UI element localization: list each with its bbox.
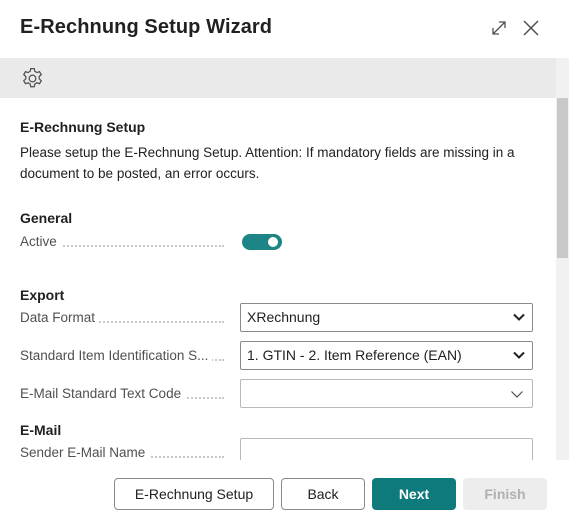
sender-email-name-label: Sender E-Mail Name — [20, 445, 230, 460]
dialog-title: E-Rechnung Setup Wizard — [20, 16, 273, 38]
gear-icon[interactable] — [20, 66, 45, 91]
item-identification-value: 1. GTIN - 2. Item Reference (EAN) — [247, 347, 462, 363]
email-text-code-label: E-Mail Standard Text Code — [20, 386, 230, 401]
active-label: Active — [20, 234, 230, 249]
chevron-down-icon — [513, 351, 525, 359]
chevron-down-icon — [513, 313, 525, 321]
data-format-value: XRechnung — [247, 309, 321, 325]
dialog-header: E-Rechnung Setup Wizard — [0, 0, 569, 58]
scrollbar-thumb[interactable] — [557, 98, 568, 258]
email-heading: E-Mail — [20, 422, 62, 438]
expand-button[interactable] — [487, 16, 511, 40]
item-identification-label: Standard Item Identification S... — [20, 348, 230, 363]
active-toggle[interactable] — [242, 234, 282, 250]
setup-heading: E-Rechnung Setup — [20, 119, 146, 135]
action-bar — [0, 58, 556, 98]
email-text-code-field[interactable] — [240, 379, 533, 408]
wizard-content: E-Rechnung Setup Please setup the E-Rech… — [0, 98, 556, 460]
scrollbar[interactable] — [556, 58, 569, 460]
e-rechnung-setup-button[interactable]: E-Rechnung Setup — [114, 478, 274, 510]
chevron-down-icon[interactable] — [510, 387, 524, 401]
wizard-footer: E-Rechnung Setup Back Next Finish — [0, 460, 569, 530]
data-format-select[interactable]: XRechnung — [240, 303, 533, 332]
close-button[interactable] — [519, 16, 543, 40]
setup-description: Please setup the E-Rechnung Setup. Atten… — [20, 145, 515, 181]
general-heading: General — [20, 210, 73, 226]
sender-email-name-field[interactable] — [240, 438, 533, 460]
data-format-label: Data Format — [20, 310, 230, 325]
close-icon — [523, 20, 539, 36]
finish-button: Finish — [463, 478, 547, 510]
item-identification-select[interactable]: 1. GTIN - 2. Item Reference (EAN) — [240, 341, 533, 370]
back-button[interactable]: Back — [281, 478, 365, 510]
expand-icon — [492, 21, 506, 35]
next-button[interactable]: Next — [372, 478, 456, 510]
export-heading: Export — [20, 287, 65, 303]
